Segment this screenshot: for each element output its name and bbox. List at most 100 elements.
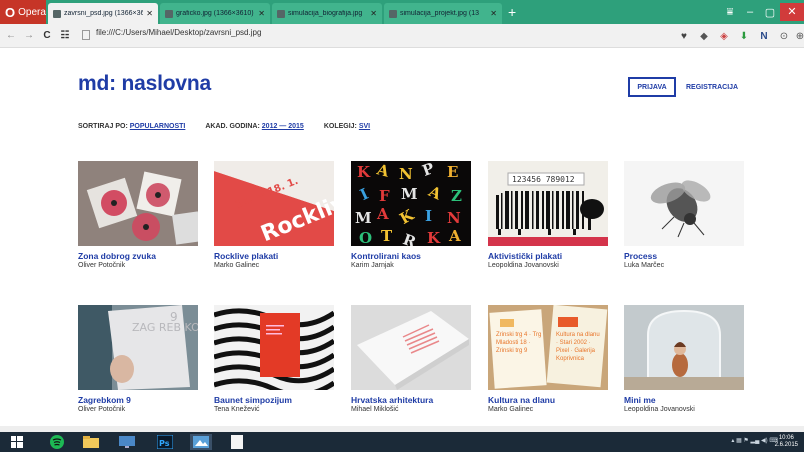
settings-icon[interactable]: ⊙ <box>776 27 792 45</box>
browser-tab-bar: O Opera zavrsni_psd.jpg (1366×3610) ✕ gr… <box>0 0 804 24</box>
opera-logo-icon: O <box>5 4 16 20</box>
poster-image: Rocklive 14. — 18. 1. <box>214 161 334 246</box>
project-card[interactable]: Baunet simpozijum Tena Knežević <box>214 305 334 413</box>
close-tab-icon[interactable]: ✕ <box>258 9 265 18</box>
sort-dropdown[interactable]: POPULARNOSTI <box>130 123 186 130</box>
image-viewer-icon[interactable] <box>190 434 212 450</box>
system-clock[interactable]: 10:06 2.6.2015 <box>775 435 798 449</box>
project-card[interactable]: Rocklive 14. — 18. 1. Rocklive plakati M… <box>214 161 334 269</box>
forward-icon[interactable]: → <box>22 30 36 41</box>
close-window-icon[interactable]: ✕ <box>780 3 804 21</box>
photoshop-icon[interactable]: Ps <box>154 434 176 450</box>
url-field[interactable]: file:///C:/Users/Mihael/Desktop/zavrsni_… <box>96 28 261 37</box>
login-button[interactable]: PRIJAVA <box>628 77 676 97</box>
project-card[interactable]: Hrvatska arhitektura Mihael Miklošić <box>351 305 471 413</box>
project-author: Leopoldina Jovanovski <box>624 406 695 413</box>
svg-text:T: T <box>381 227 393 245</box>
svg-text:I: I <box>425 207 432 225</box>
course-filter: KOLEGIJ: SVI <box>324 123 370 130</box>
project-title[interactable]: Zona dobrog zvuka <box>78 251 198 261</box>
project-thumbnail[interactable] <box>351 305 471 390</box>
project-card[interactable]: Mini me Leopoldina Jovanovski <box>624 305 744 413</box>
document-icon[interactable] <box>226 434 248 450</box>
extension-icon[interactable]: ◈ <box>716 27 732 45</box>
minimize-icon[interactable]: – <box>740 6 760 18</box>
opera-menu-button[interactable]: O Opera <box>0 0 46 24</box>
course-dropdown[interactable]: SVI <box>359 123 370 130</box>
sort-filter: SORTIRAJ PO: POPULARNOSTI <box>78 123 185 130</box>
back-icon[interactable]: ← <box>4 30 18 41</box>
spotify-icon[interactable] <box>46 434 68 450</box>
culture-cards-image: Zrinski trg 4 · Trg Mladosti 18 · Zrinsk… <box>488 305 608 390</box>
project-thumbnail[interactable]: ZAG REB KOM 9 <box>78 305 198 390</box>
project-card[interactable]: ZAG REB KOM 9 Zagrebkom 9 Oliver Potočni… <box>78 305 198 413</box>
svg-text:K: K <box>357 163 371 181</box>
maximize-icon[interactable]: ▢ <box>760 6 780 19</box>
project-thumbnail[interactable]: KA NP E IF MA Z MA KI N OT RK A <box>351 161 471 246</box>
project-thumbnail[interactable] <box>624 305 744 390</box>
extension-icon[interactable]: ⊕ <box>792 27 804 45</box>
browser-tab[interactable]: zavrsni_psd.jpg (1366×3610) ✕ <box>48 3 158 24</box>
extension-icon[interactable]: ◆ <box>696 27 712 45</box>
tab-menu-icon[interactable]: ⩸ <box>720 6 740 19</box>
browser-tab[interactable]: simulacija_projekt.jpg (13 ✕ <box>384 3 502 24</box>
address-bar: ← → C ☷ file:///C:/Users/Mihael/Desktop/… <box>0 24 804 48</box>
browser-tab[interactable]: graficko.jpg (1366×3610) ✕ <box>160 3 270 24</box>
project-thumbnail[interactable]: 123456 789012 <box>488 161 608 246</box>
browser-tab[interactable]: simulacija_biografija.jpg ✕ <box>272 3 382 24</box>
volume-icon[interactable]: ◀) <box>761 438 768 444</box>
close-tab-icon[interactable]: ✕ <box>490 9 497 18</box>
svg-text:E: E <box>447 163 458 181</box>
project-title[interactable]: Rocklive plakati <box>214 251 334 261</box>
project-thumbnail[interactable] <box>78 161 198 246</box>
barcode-pig-image: 123456 789012 <box>488 161 608 246</box>
reload-icon[interactable]: C <box>40 30 54 41</box>
fly-image <box>624 161 744 246</box>
new-tab-button[interactable]: + <box>508 4 516 20</box>
card-text: Kultura na dlanu · Stari 2002 · Pixel · … <box>556 332 600 362</box>
filter-label: AKAD. GODINA: <box>205 123 260 130</box>
signal-icon[interactable]: ▂▄ <box>750 438 759 444</box>
zebra-book-image <box>214 305 334 390</box>
project-title[interactable]: Zagrebkom 9 <box>78 395 198 405</box>
project-card[interactable]: KA NP E IF MA Z MA KI N OT RK A Kontroli… <box>351 161 471 269</box>
project-title[interactable]: Hrvatska arhitektura <box>351 395 471 405</box>
image-file-icon <box>165 9 173 18</box>
year-dropdown[interactable]: 2012 — 2015 <box>262 123 304 130</box>
svg-text:Ps: Ps <box>159 439 170 448</box>
project-card[interactable]: Zona dobrog zvuka Oliver Potočnik <box>78 161 198 269</box>
project-thumbnail[interactable] <box>624 161 744 246</box>
close-tab-icon[interactable]: ✕ <box>370 9 377 18</box>
project-thumbnail[interactable]: Rocklive 14. — 18. 1. <box>214 161 334 246</box>
tray-arrow-icon[interactable]: ▴ <box>731 438 734 444</box>
project-card[interactable]: Process Luka Marčec <box>624 161 744 269</box>
monitor-app-icon[interactable] <box>116 434 138 450</box>
flag-icon[interactable]: ⚑ <box>743 438 748 444</box>
heart-icon[interactable]: ♥ <box>676 27 692 45</box>
close-tab-icon[interactable]: ✕ <box>146 9 153 18</box>
start-button[interactable] <box>6 434 28 450</box>
project-title[interactable]: Aktivistički plakati <box>488 251 608 261</box>
project-thumbnail[interactable] <box>214 305 334 390</box>
file-explorer-icon[interactable] <box>80 434 102 450</box>
download-icon[interactable]: ⬇ <box>736 27 752 45</box>
clock-time: 10:06 <box>778 435 794 441</box>
svg-text:A: A <box>448 227 461 245</box>
project-author: Tena Knežević <box>214 406 260 413</box>
onenote-icon[interactable]: N <box>756 27 772 45</box>
project-card[interactable]: Zrinski trg 4 · Trg Mladosti 18 · Zrinsk… <box>488 305 608 413</box>
speed-dial-icon[interactable]: ☷ <box>58 30 72 41</box>
project-title[interactable]: Process <box>624 251 744 261</box>
file-icon <box>82 30 90 40</box>
project-title[interactable]: Baunet simpozijum <box>214 395 334 405</box>
project-author: Leopoldina Jovanovski <box>488 262 559 269</box>
opera-menu-label: Opera <box>18 6 46 18</box>
project-thumbnail[interactable]: Zrinski trg 4 · Trg Mladosti 18 · Zrinsk… <box>488 305 608 390</box>
register-button[interactable]: REGISTRACIJA <box>686 77 738 97</box>
project-title[interactable]: Kontrolirani kaos <box>351 251 471 261</box>
project-title[interactable]: Mini me <box>624 395 744 405</box>
project-card[interactable]: 123456 789012 Aktivistički plakati Leopo… <box>488 161 608 269</box>
project-title[interactable]: Kultura na dlanu <box>488 395 608 405</box>
barcode-digits: 123456 789012 <box>512 175 575 184</box>
network-icon[interactable]: ▦ <box>736 438 742 444</box>
